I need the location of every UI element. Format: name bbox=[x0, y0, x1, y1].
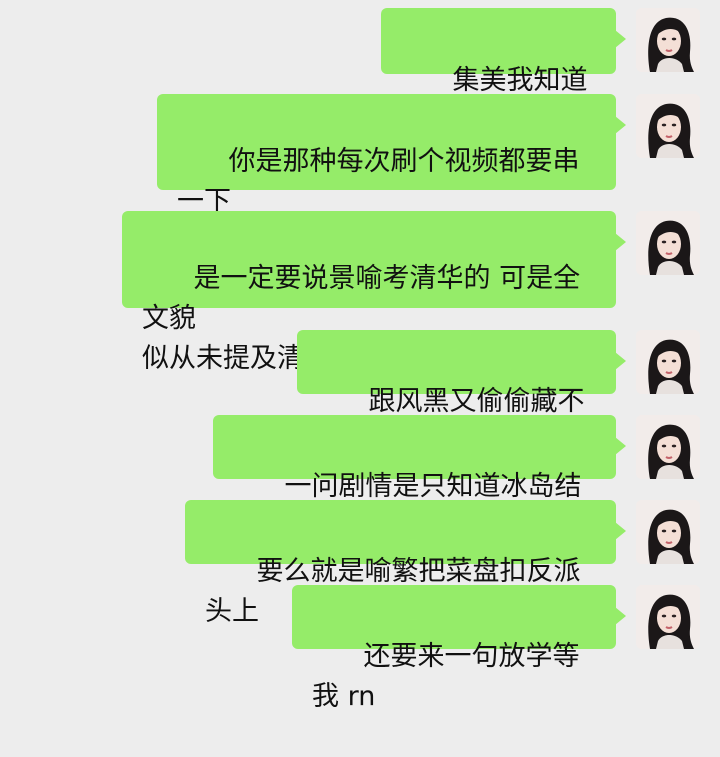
message-row: 集美我知道你呀 bbox=[0, 8, 720, 136]
message-text: 还要来一句放学等我 rn bbox=[312, 641, 580, 712]
user-avatar-icon[interactable] bbox=[636, 330, 700, 394]
message-row: 你是那种每次刷个视频都要串一下 《放学等我》的 bbox=[0, 94, 720, 257]
message-bubble[interactable]: 跟风黑又偷偷藏不住了 bbox=[297, 330, 626, 457]
message-bubble[interactable]: 一问剧情是只知道冰岛结婚的 bbox=[213, 415, 626, 542]
message-bubble[interactable]: 要么就是喻繁把菜盘扣反派头上 bbox=[185, 500, 626, 627]
message-bubble[interactable]: 你是那种每次刷个视频都要串一下 《放学等我》的 bbox=[157, 94, 626, 257]
message-row: 还要来一句放学等我 rn bbox=[0, 585, 720, 712]
message-row: 是一定要说景喻考清华的 可是全文貌 似从未提及清华 bbox=[0, 211, 720, 374]
user-avatar-icon[interactable] bbox=[636, 585, 700, 649]
user-avatar-icon[interactable] bbox=[636, 415, 700, 479]
message-bubble[interactable]: 集美我知道你呀 bbox=[381, 8, 626, 136]
user-avatar-icon[interactable] bbox=[636, 500, 700, 564]
user-avatar-icon[interactable] bbox=[636, 211, 700, 275]
message-bubble[interactable]: 是一定要说景喻考清华的 可是全文貌 似从未提及清华 bbox=[122, 211, 626, 374]
chat-window: 集美我知道你呀 你是那种每次刷个视频都要串一下 《放学等我》的 是一定要说景喻考… bbox=[0, 0, 720, 712]
message-row: 一问剧情是只知道冰岛结婚的 bbox=[0, 415, 720, 542]
message-row: 要么就是喻繁把菜盘扣反派头上 bbox=[0, 500, 720, 627]
message-bubble[interactable]: 还要来一句放学等我 rn bbox=[292, 585, 626, 712]
message-row: 跟风黑又偷偷藏不住了 bbox=[0, 330, 720, 457]
user-avatar-icon[interactable] bbox=[636, 8, 700, 72]
user-avatar-icon[interactable] bbox=[636, 94, 700, 158]
